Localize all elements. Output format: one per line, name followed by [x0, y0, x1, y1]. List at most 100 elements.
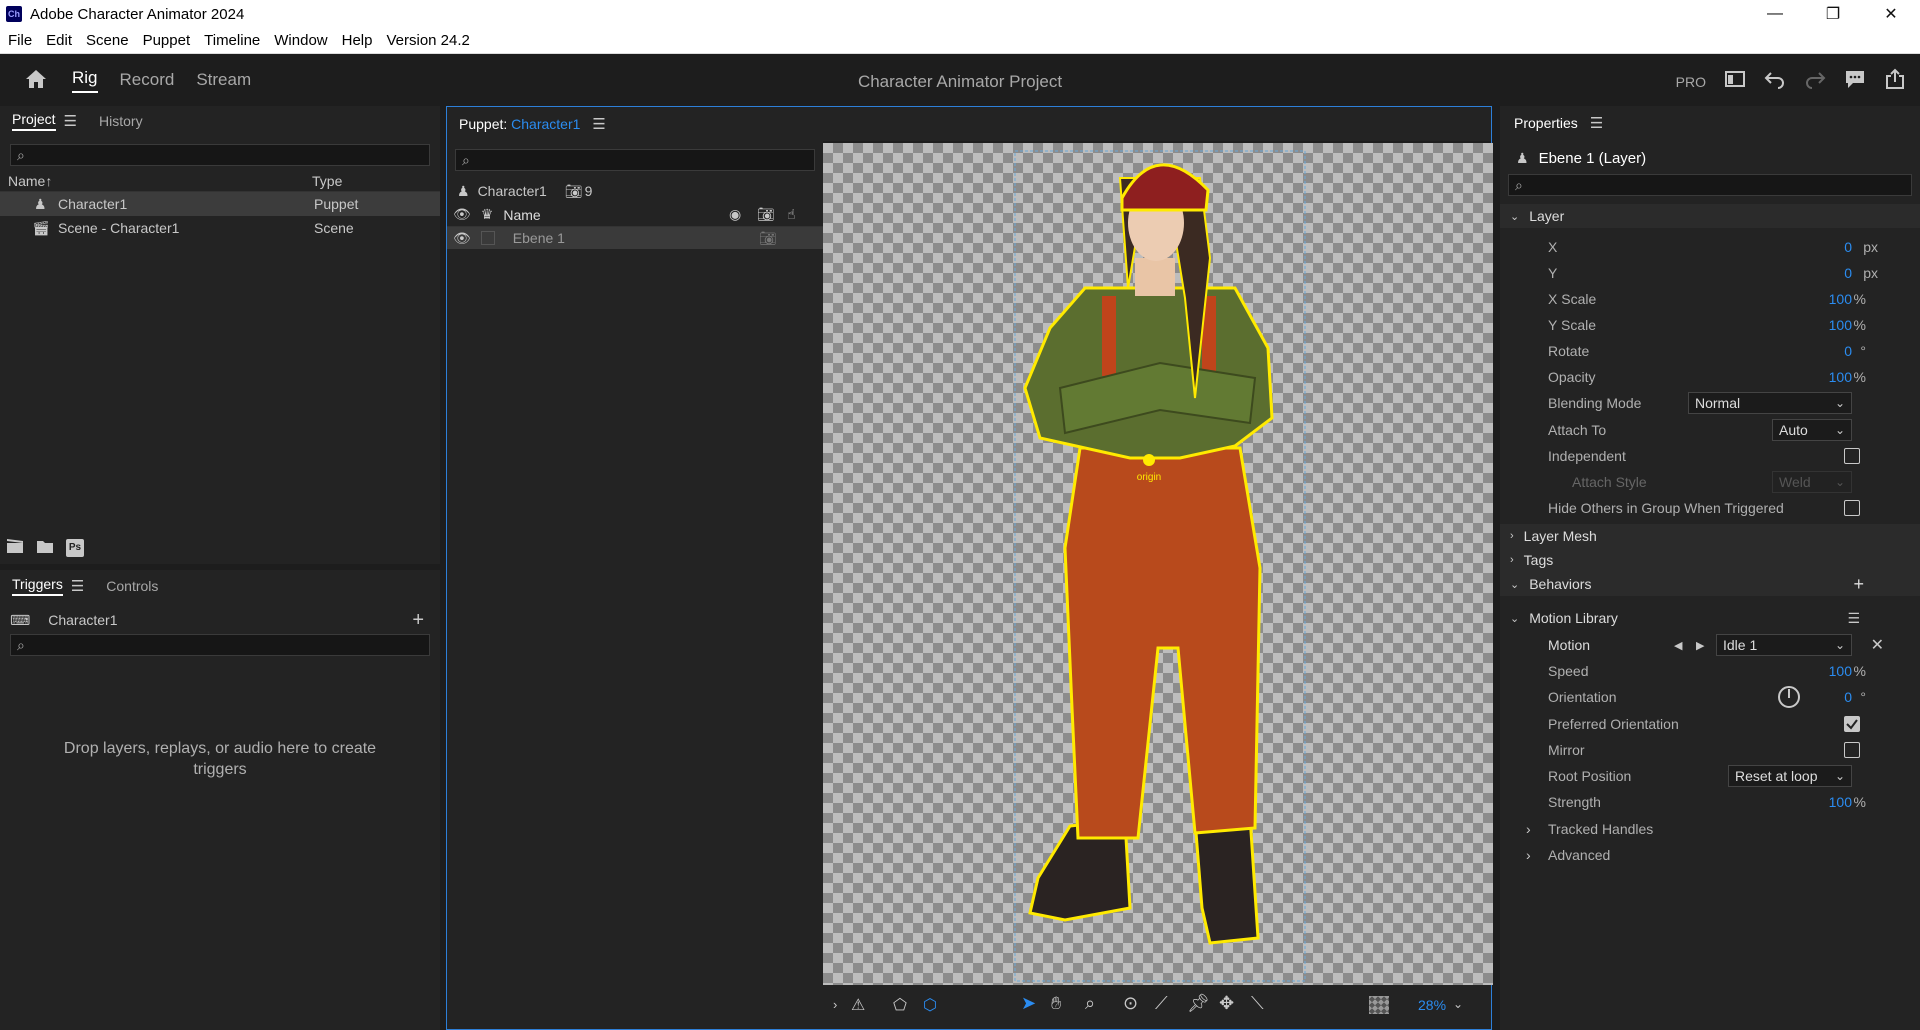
- panel-menu-icon[interactable]: ☰: [1590, 114, 1603, 132]
- group-tracked-handles[interactable]: › Tracked Handles: [1500, 816, 1920, 842]
- project-item[interactable]: ♟ Character1 Puppet: [0, 192, 440, 216]
- mesh-icon[interactable]: ⬠: [893, 995, 907, 1015]
- x-scale-value[interactable]: 100: [1829, 291, 1852, 307]
- share-icon[interactable]: [1884, 68, 1906, 96]
- motion-select[interactable]: Idle 1 ⌄: [1716, 634, 1852, 656]
- pro-label[interactable]: PRO: [1676, 74, 1706, 90]
- independent-checkbox[interactable]: [1844, 448, 1860, 464]
- zoom-dropdown-icon[interactable]: ⌄: [1453, 997, 1463, 1011]
- tab-stream[interactable]: Stream: [196, 70, 251, 90]
- panel-menu-icon[interactable]: ☰: [592, 115, 605, 133]
- camera-icon[interactable]: 📷︎: [757, 206, 775, 223]
- handle-tool-icon[interactable]: ✥: [1219, 993, 1234, 1014]
- next-motion-icon[interactable]: ▶: [1696, 639, 1704, 652]
- menu-file[interactable]: File: [8, 32, 32, 49]
- attach-to-select[interactable]: Auto ⌄: [1772, 419, 1852, 441]
- visibility-icon[interactable]: 👁︎: [453, 206, 471, 223]
- tab-triggers[interactable]: Triggers: [12, 576, 63, 596]
- tab-history[interactable]: History: [99, 113, 143, 129]
- section-behaviors[interactable]: ⌄ Behaviors +: [1500, 572, 1920, 596]
- close-button[interactable]: ✕: [1862, 0, 1920, 28]
- tab-record[interactable]: Record: [120, 70, 175, 90]
- comment-icon[interactable]: [1844, 68, 1866, 96]
- menu-puppet[interactable]: Puppet: [143, 32, 191, 49]
- section-layer-mesh[interactable]: › Layer Mesh: [1500, 524, 1920, 548]
- maximize-button[interactable]: ❐: [1804, 0, 1862, 28]
- behavior-motion-library[interactable]: ⌄ Motion Library ☰: [1500, 606, 1920, 630]
- project-item-name: Character1: [58, 196, 128, 212]
- menu-help[interactable]: Help: [342, 32, 373, 49]
- menu-window[interactable]: Window: [274, 32, 327, 49]
- project-search-input[interactable]: ⌕: [10, 144, 430, 166]
- panel-menu-icon[interactable]: ☰: [71, 577, 84, 595]
- expand-icon[interactable]: ›: [833, 997, 837, 1012]
- strength-value[interactable]: 100: [1829, 794, 1852, 810]
- checkerboard-icon[interactable]: [1369, 996, 1389, 1014]
- puppet-name-link[interactable]: Character1: [511, 116, 580, 132]
- blending-mode-select[interactable]: Normal ⌄: [1688, 392, 1852, 414]
- home-icon[interactable]: [24, 68, 48, 93]
- add-behavior-icon[interactable]: +: [1853, 574, 1864, 595]
- title-bar: Ch Adobe Character Animator 2024 — ❐ ✕: [0, 0, 1920, 28]
- y-value[interactable]: 0: [1844, 265, 1852, 281]
- project-item[interactable]: 🎬︎ Scene - Character1 Scene: [0, 216, 440, 240]
- layer-row[interactable]: 👁︎ Ebene 1 📷︎: [447, 227, 823, 249]
- trigger-puppet-row[interactable]: ⌨ Character1 +: [0, 608, 440, 632]
- new-scene-icon[interactable]: [6, 538, 24, 557]
- add-trigger-icon[interactable]: +: [412, 609, 424, 632]
- zoom-tool-icon[interactable]: ⌕: [1085, 993, 1095, 1014]
- project-panel: Project ☰ History ⌕ Name↑ Type ♟ Charact…: [0, 106, 440, 564]
- orientation-value[interactable]: 0: [1844, 689, 1852, 705]
- dragger-tool-icon[interactable]: ⟋: [1155, 993, 1168, 1014]
- menu-edit[interactable]: Edit: [46, 32, 72, 49]
- workspace-bar: Rig Record Stream Character Animator Pro…: [0, 54, 1920, 106]
- group-advanced[interactable]: › Advanced: [1500, 842, 1920, 868]
- hand-icon[interactable]: ☝: [787, 206, 796, 223]
- prev-motion-icon[interactable]: ◀: [1674, 639, 1682, 652]
- remove-behavior-icon[interactable]: ✕: [1871, 635, 1884, 655]
- layout-icon[interactable]: [1724, 69, 1746, 95]
- opacity-value[interactable]: 100: [1829, 369, 1852, 385]
- preferred-orientation-checkbox[interactable]: [1844, 716, 1860, 732]
- select-tool-icon[interactable]: ➤: [1021, 993, 1036, 1014]
- target-icon[interactable]: ◉: [729, 206, 741, 223]
- trigger-search-input[interactable]: ⌕: [10, 634, 430, 656]
- hand-tool-icon[interactable]: ✋︎: [1051, 993, 1061, 1014]
- folder-icon[interactable]: [36, 538, 54, 557]
- root-position-select[interactable]: Reset at loop ⌄: [1728, 765, 1852, 787]
- section-tags[interactable]: › Tags: [1500, 548, 1920, 572]
- pin-tool-icon[interactable]: 📌︎: [1187, 993, 1210, 1014]
- hide-others-checkbox[interactable]: [1844, 500, 1860, 516]
- y-scale-value[interactable]: 100: [1829, 317, 1852, 333]
- character-artwork[interactable]: origin: [1010, 148, 1310, 983]
- photoshop-icon[interactable]: Ps: [66, 538, 84, 557]
- column-type[interactable]: Type: [312, 173, 342, 189]
- mirror-checkbox[interactable]: [1844, 742, 1860, 758]
- visibility-icon[interactable]: 👁︎: [453, 230, 471, 247]
- warning-icon[interactable]: ⚠: [851, 995, 865, 1015]
- stick-tool-icon[interactable]: ⟍: [1251, 993, 1264, 1014]
- tab-rig[interactable]: Rig: [72, 68, 98, 93]
- camera-icon[interactable]: 📷︎: [759, 230, 777, 247]
- tab-project[interactable]: Project: [12, 111, 56, 131]
- menu-timeline[interactable]: Timeline: [204, 32, 260, 49]
- column-name[interactable]: Name↑: [8, 173, 312, 189]
- speed-value[interactable]: 100: [1829, 663, 1852, 679]
- puppet-search-input[interactable]: ⌕: [455, 149, 815, 171]
- menu-version[interactable]: Version 24.2: [386, 32, 469, 49]
- minimize-button[interactable]: —: [1746, 0, 1804, 28]
- section-layer[interactable]: ⌄ Layer: [1500, 204, 1920, 228]
- origin-tool-icon[interactable]: ⊙: [1123, 993, 1138, 1014]
- undo-icon[interactable]: [1764, 69, 1786, 95]
- panel-menu-icon[interactable]: ☰: [64, 112, 77, 130]
- menu-scene[interactable]: Scene: [86, 32, 129, 49]
- shape-icon[interactable]: ⬡: [923, 995, 937, 1015]
- orientation-dial-icon[interactable]: [1778, 686, 1800, 708]
- tab-controls[interactable]: Controls: [106, 578, 158, 594]
- redo-icon[interactable]: [1804, 69, 1826, 95]
- rotate-value[interactable]: 0: [1844, 343, 1852, 359]
- behavior-menu-icon[interactable]: ☰: [1847, 610, 1860, 627]
- properties-search-input[interactable]: ⌕: [1508, 174, 1912, 196]
- zoom-level[interactable]: 28%: [1418, 997, 1446, 1013]
- x-value[interactable]: 0: [1844, 239, 1852, 255]
